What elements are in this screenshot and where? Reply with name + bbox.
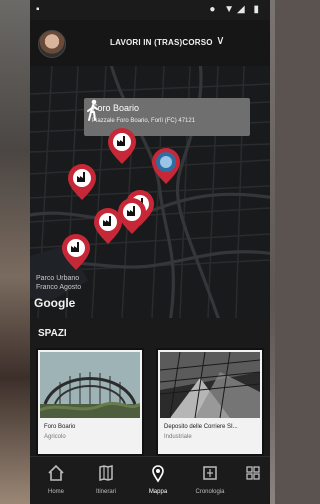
- map-pin-selected[interactable]: [152, 148, 180, 184]
- bottom-nav: Home Itinerari Mappa Cronologia: [30, 456, 270, 504]
- nav-item-home[interactable]: Home: [32, 461, 80, 501]
- grid-icon: [236, 463, 270, 483]
- spazi-section: SPAZI Foro Boario Agricolo Deposito dell…: [30, 318, 270, 456]
- nav-label-home: Home: [47, 489, 64, 495]
- map-pin-icon: [134, 463, 182, 483]
- header-title[interactable]: LAVORI IN (TRAS)CORSO: [110, 38, 213, 47]
- google-logo: Google: [34, 296, 76, 310]
- space-card[interactable]: Deposito delle Corriere SI... Industrial…: [156, 348, 264, 456]
- map-book-icon: [82, 463, 130, 483]
- home-icon: [32, 463, 80, 483]
- background-photo-left: [0, 0, 32, 504]
- greenhouse-image: [40, 352, 140, 418]
- space-card-name: Deposito delle Corriere SI...: [164, 424, 238, 430]
- map-pin[interactable]: [118, 198, 146, 234]
- space-card-category: Agricolo: [44, 434, 66, 440]
- space-card-name: Foro Boario: [44, 424, 76, 430]
- map-pin[interactable]: [68, 164, 96, 200]
- map-label-park: Parco Urbano Franco Agosto: [36, 274, 81, 292]
- nav-item-mappa[interactable]: Mappa: [134, 461, 182, 501]
- map-pin[interactable]: [62, 234, 90, 270]
- nav-item-more[interactable]: [236, 461, 270, 501]
- phone-screen: ▪ ● ▼◢ ▮ LAVORI IN (TRAS)CORSO ∨ Foro Bo…: [30, 0, 270, 504]
- status-left-icon: ▪: [36, 4, 40, 15]
- space-card-image: [160, 352, 260, 418]
- nav-item-cronologia[interactable]: Cronologia: [186, 461, 234, 501]
- map-label-park-line-1: Parco Urbano: [36, 275, 80, 282]
- map-view[interactable]: Foro Boario Piazzale Foro Boario, Forlì …: [30, 66, 270, 318]
- spazi-title: SPAZI: [38, 328, 67, 339]
- map-pin[interactable]: [108, 128, 136, 164]
- chevron-down-icon[interactable]: ∨: [216, 33, 225, 47]
- avatar[interactable]: [38, 30, 66, 58]
- status-right-icons: ● ▼◢ ▮: [209, 4, 262, 15]
- timeline-icon: [186, 463, 234, 483]
- status-bar: ▪ ● ▼◢ ▮: [30, 0, 270, 20]
- space-card-image: [40, 352, 140, 418]
- nav-label-mappa: Mappa: [148, 489, 168, 495]
- space-card-category: Industriale: [164, 434, 192, 440]
- map-pin[interactable]: [94, 208, 122, 244]
- nav-label-cronologia: Cronologia: [195, 489, 225, 495]
- nav-item-itinerari[interactable]: Itinerari: [82, 461, 130, 501]
- space-card[interactable]: Foro Boario Agricolo: [36, 348, 144, 456]
- app-header: LAVORI IN (TRAS)CORSO ∨: [30, 20, 270, 66]
- map-label-park-line-2: Franco Agosto: [36, 284, 82, 291]
- warehouse-image: [160, 352, 260, 418]
- nav-label-itinerari: Itinerari: [95, 489, 116, 495]
